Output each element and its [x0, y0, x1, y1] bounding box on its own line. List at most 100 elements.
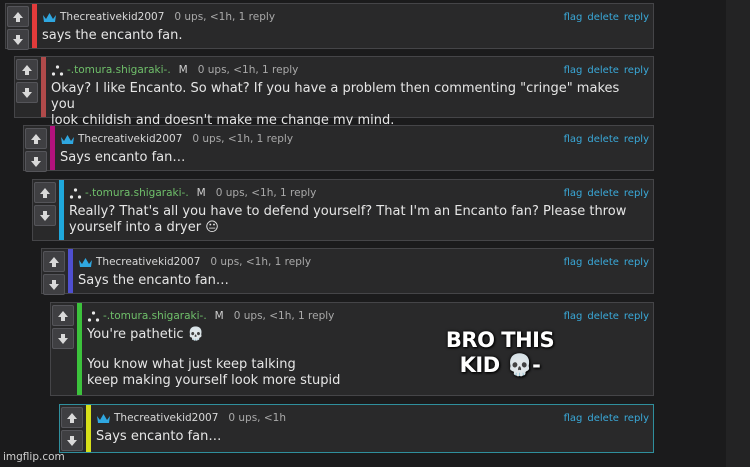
thread-level-bar	[59, 180, 64, 240]
delete-link[interactable]: delete	[587, 134, 619, 145]
flag-link[interactable]: flag	[564, 65, 583, 76]
vote-controls	[52, 305, 74, 351]
comment-stats: 0 ups, <1h, 1 reply	[174, 11, 276, 23]
comment-text: Says encanto fan…	[96, 429, 222, 444]
arrow-up-icon	[67, 412, 77, 423]
arrow-up-icon	[40, 187, 50, 198]
reply-link[interactable]: reply	[624, 257, 649, 268]
comment-author[interactable]: -.tomura.shigaraki-.	[85, 187, 189, 199]
comment-stats: 0 ups, <1h, 1 reply	[215, 187, 317, 199]
upvote-button[interactable]	[34, 182, 56, 203]
delete-link[interactable]: delete	[587, 413, 619, 424]
upvote-button[interactable]	[43, 251, 65, 272]
meme-caption: BRO THIS KID 💀-	[445, 328, 555, 378]
flag-link[interactable]: flag	[564, 413, 583, 424]
reply-link[interactable]: reply	[624, 134, 649, 145]
delete-link[interactable]: delete	[587, 65, 619, 76]
comment-stats: 0 ups, <1h, 1 reply	[197, 64, 299, 76]
reply-link[interactable]: reply	[624, 413, 649, 424]
mod-badge: M	[214, 310, 224, 322]
arrow-down-icon	[58, 333, 68, 344]
comment: -.tomura.shigaraki-. M 0 ups, <1h, 1 rep…	[14, 56, 654, 128]
upvote-button[interactable]	[61, 407, 83, 428]
vote-controls	[16, 59, 38, 105]
comment-stats: 0 ups, <1h	[228, 412, 286, 424]
comment: Thecreativekid2007 0 ups, <1h flag delet…	[59, 404, 654, 453]
delete-link[interactable]: delete	[587, 188, 619, 199]
crown-icon	[78, 257, 93, 268]
comment-author[interactable]: Thecreativekid2007	[60, 11, 164, 23]
delete-link[interactable]: delete	[587, 12, 619, 23]
triforce-icon	[69, 187, 82, 199]
reply-link[interactable]: reply	[624, 65, 649, 76]
downvote-button[interactable]	[7, 29, 29, 50]
vote-controls	[43, 251, 65, 297]
comment: Thecreativekid2007 0 ups, <1h, 1 reply f…	[23, 125, 654, 174]
comment-text: says the encanto fan.	[42, 28, 183, 43]
meme-caption-line: BRO THIS	[445, 328, 555, 352]
arrow-down-icon	[22, 87, 32, 98]
comment-text: Okay? I like Encanto. So what? If you ha…	[51, 81, 620, 128]
arrow-up-icon	[22, 64, 32, 75]
thread-level-bar	[68, 249, 73, 293]
arrow-up-icon	[31, 133, 41, 144]
upvote-button[interactable]	[25, 128, 47, 149]
downvote-button[interactable]	[61, 430, 83, 451]
flag-link[interactable]: flag	[564, 257, 583, 268]
reply-link[interactable]: reply	[624, 12, 649, 23]
arrow-down-icon	[67, 435, 77, 446]
downvote-button[interactable]	[16, 82, 38, 103]
thread-level-bar	[41, 57, 46, 117]
comment-author[interactable]: Thecreativekid2007	[96, 256, 200, 268]
downvote-button[interactable]	[43, 274, 65, 295]
thread-level-bar	[50, 126, 55, 170]
flag-link[interactable]: flag	[564, 134, 583, 145]
arrow-down-icon	[49, 279, 59, 290]
reply-link[interactable]: reply	[624, 311, 649, 322]
downvote-button[interactable]	[25, 151, 47, 172]
comment-stats: 0 ups, <1h, 1 reply	[210, 256, 312, 268]
downvote-button[interactable]	[52, 328, 74, 349]
crown-icon	[96, 413, 111, 424]
comment: Thecreativekid2007 0 ups, <1h, 1 reply f…	[41, 248, 654, 297]
flag-link[interactable]: flag	[564, 188, 583, 199]
vote-controls	[25, 128, 47, 174]
thread-level-bar	[77, 303, 82, 395]
arrow-up-icon	[13, 11, 23, 22]
crown-icon	[42, 12, 57, 23]
crown-icon	[60, 134, 75, 145]
delete-link[interactable]: delete	[587, 257, 619, 268]
watermark: imgflip.com	[3, 451, 65, 463]
comment-text: Says the encanto fan…	[78, 273, 229, 288]
thread-level-bar	[32, 4, 37, 48]
comment-stats: 0 ups, <1h, 1 reply	[233, 310, 335, 322]
background-strip	[726, 0, 750, 467]
flag-link[interactable]: flag	[564, 12, 583, 23]
vote-controls	[7, 6, 29, 52]
flag-link[interactable]: flag	[564, 311, 583, 322]
comment-text: Says encanto fan…	[60, 150, 186, 165]
upvote-button[interactable]	[7, 6, 29, 27]
upvote-button[interactable]	[52, 305, 74, 326]
reply-link[interactable]: reply	[624, 188, 649, 199]
arrow-up-icon	[58, 310, 68, 321]
comment-author[interactable]: -.tomura.shigaraki-.	[67, 64, 171, 76]
comment: -.tomura.shigaraki-. M 0 ups, <1h, 1 rep…	[50, 302, 654, 396]
comment: Thecreativekid2007 0 ups, <1h, 1 reply f…	[5, 3, 654, 52]
vote-controls	[61, 407, 83, 453]
comment-stats: 0 ups, <1h, 1 reply	[192, 133, 294, 145]
arrow-up-icon	[49, 256, 59, 267]
comment-author[interactable]: Thecreativekid2007	[78, 133, 182, 145]
arrow-down-icon	[13, 34, 23, 45]
upvote-button[interactable]	[16, 59, 38, 80]
mod-badge: M	[196, 187, 206, 199]
comment-author[interactable]: Thecreativekid2007	[114, 412, 218, 424]
delete-link[interactable]: delete	[587, 311, 619, 322]
triforce-icon	[87, 310, 100, 322]
comment-author[interactable]: -.tomura.shigaraki-.	[103, 310, 207, 322]
arrow-down-icon	[31, 156, 41, 167]
downvote-button[interactable]	[34, 205, 56, 226]
mod-badge: M	[178, 64, 188, 76]
comment: -.tomura.shigaraki-. M 0 ups, <1h, 1 rep…	[32, 179, 654, 241]
arrow-down-icon	[40, 210, 50, 221]
